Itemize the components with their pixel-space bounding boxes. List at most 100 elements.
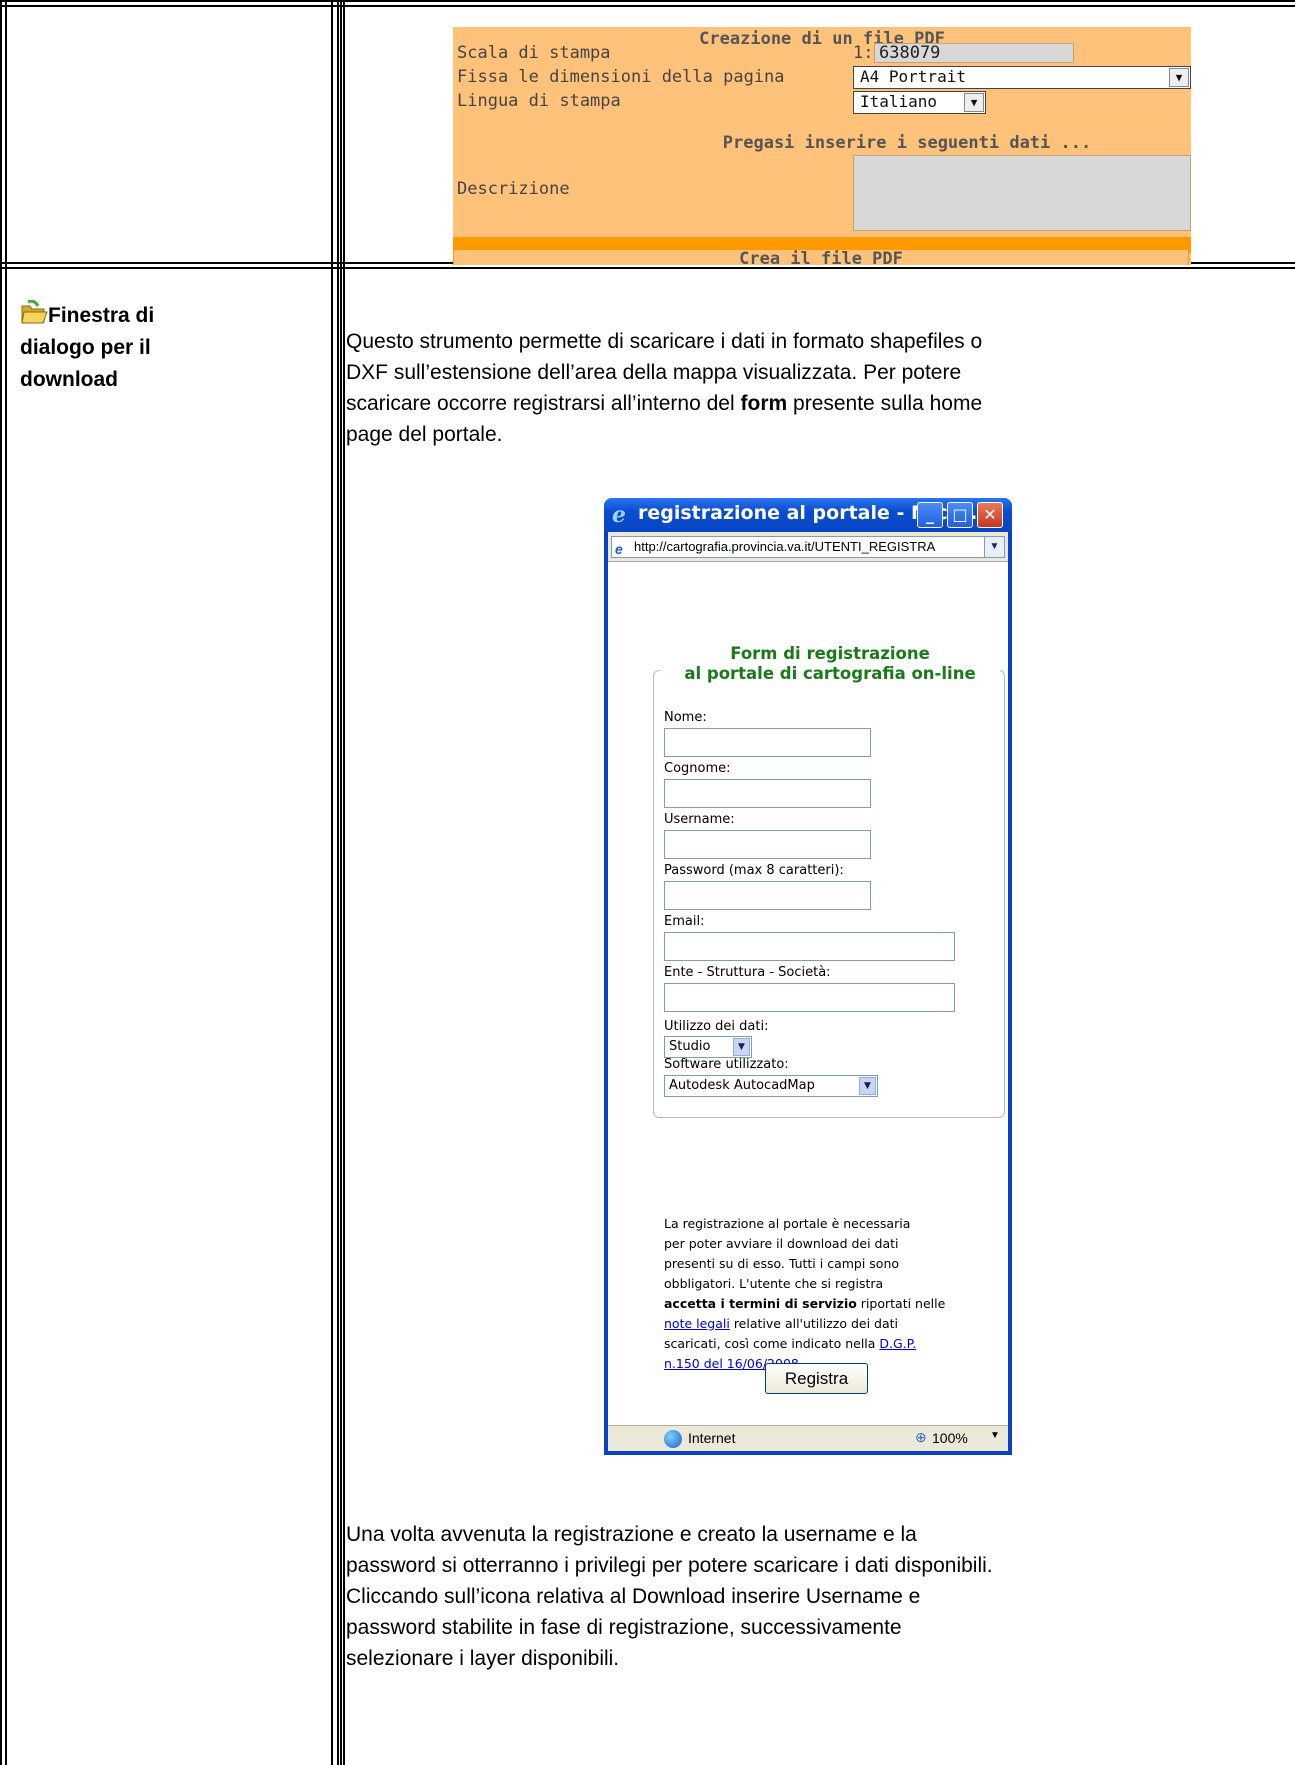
row-label-line2: dialogo per il (20, 336, 151, 359)
cognome-field[interactable] (664, 779, 871, 808)
notice-line: per poter avviare il download dei dati (664, 1236, 899, 1251)
chevron-down-icon[interactable]: ▼ (984, 537, 1004, 557)
password-field[interactable] (664, 881, 871, 910)
form-legend: Form di registrazione al portale di cart… (660, 644, 1000, 684)
ie-page-icon: e (615, 541, 623, 557)
row-label-line1: Finestra di (48, 304, 155, 327)
ie-logo-icon: e (612, 502, 626, 528)
notice-text: scaricati, così come indicato nella (664, 1336, 880, 1351)
chevron-down-icon: ▼ (1169, 68, 1189, 87)
scale-prefix: 1: (853, 43, 874, 63)
pdf-creation-panel: Creazione di un file PDF Scala di stampa… (453, 27, 1191, 265)
notice-line: scaricati, così come indicato nella D.G.… (664, 1334, 1000, 1354)
zoom-level[interactable]: 100% (932, 1430, 968, 1446)
intro-bold-form: form (740, 392, 788, 415)
browser-window: e registrazione al portale - Micro... _ … (604, 498, 1012, 1455)
row-label-line3: download (20, 368, 118, 391)
browser-content: e http://cartografia.provincia.va.it/UTE… (608, 532, 1008, 1451)
intro-paragraph: Questo strumento permette di scaricare i… (346, 326, 1295, 450)
legend-line1: Form di registrazione (730, 644, 930, 663)
outro-line: selezionare i layer disponibili. (346, 1647, 620, 1670)
username-label: Username: (664, 812, 735, 827)
page-size-label: Fissa le dimensioni della pagina (457, 67, 785, 87)
table-border-top-inner (0, 5, 1295, 7)
scale-label: Scala di stampa (457, 43, 611, 63)
outro-line: Cliccando sull’icona relativa al Downloa… (346, 1585, 921, 1608)
description-textarea[interactable] (853, 155, 1191, 231)
nome-label: Nome: (664, 710, 707, 725)
intro-line: Questo strumento permette di scaricare i… (346, 330, 983, 353)
intro-text: scaricare occorre registrarsi all’intern… (346, 392, 735, 415)
column-divider (331, 0, 333, 1765)
description-label: Descrizione (457, 179, 570, 199)
email-field[interactable] (664, 932, 955, 961)
username-field[interactable] (664, 830, 871, 859)
table-border-left-inner (5, 0, 7, 1765)
intro-text: presente sulla home (793, 392, 983, 415)
notice-line: presenti su di esso. Tutti i campi sono (664, 1256, 900, 1271)
utilizzo-label: Utilizzo dei dati: (664, 1019, 769, 1034)
column-divider-2 (340, 0, 342, 1765)
outro-paragraph: Una volta avvenuta la registrazione e cr… (346, 1519, 1295, 1674)
pdf-prompt: Pregasi inserire i seguenti dati ... (722, 133, 1092, 153)
note-legali-link[interactable]: note legali (664, 1316, 730, 1331)
terms-bold: accetta i termini di servizio (664, 1296, 857, 1311)
maximize-button[interactable]: □ (947, 502, 973, 528)
intro-line: page del portale. (346, 423, 503, 446)
notice-line: La registrazione al portale è necessaria (664, 1216, 911, 1231)
column-divider-2-inner (343, 0, 345, 1765)
utilizzo-select[interactable]: Studio ▼ (664, 1036, 752, 1058)
nome-field[interactable] (664, 728, 871, 757)
software-label: Software utilizzato: (664, 1057, 789, 1072)
globe-icon (664, 1430, 682, 1448)
intro-line: scaricare occorre registrarsi all’intern… (346, 388, 1295, 419)
registration-notice: La registrazione al portale è necessaria… (664, 1214, 1000, 1374)
email-label: Email: (664, 914, 705, 929)
column-divider-inner (337, 0, 339, 1765)
close-button[interactable]: ✕ (977, 502, 1003, 528)
address-input[interactable]: e http://cartografia.provincia.va.it/UTE… (611, 536, 1005, 558)
chevron-down-icon: ▼ (733, 1038, 750, 1056)
password-label: Password (max 8 caratteri): (664, 863, 844, 878)
chevron-down-icon: ▼ (859, 1077, 876, 1095)
outro-line: Una volta avvenuta la registrazione e cr… (346, 1523, 917, 1546)
notice-line: accetta i termini di servizio riportati … (664, 1294, 1000, 1314)
legend-line2: al portale di cartografia on-line (684, 664, 976, 683)
row-label: Finestra di dialogo per il download (20, 299, 320, 396)
register-button[interactable]: Registra (765, 1363, 868, 1394)
language-select[interactable]: Italiano ▼ (853, 91, 986, 114)
utilizzo-value: Studio (669, 1039, 711, 1054)
notice-line: obbligatori. L'utente che si registra (664, 1276, 884, 1291)
address-bar: e http://cartografia.provincia.va.it/UTE… (608, 532, 1008, 562)
language-value: Italiano (860, 92, 938, 111)
cognome-label: Cognome: (664, 761, 731, 776)
table-border-top (0, 0, 1295, 2)
scale-input[interactable]: 638079 (874, 43, 1074, 63)
intro-line: DXF sull’estensione dell’area della mapp… (346, 361, 962, 384)
window-titlebar: e registrazione al portale - Micro... _ … (604, 498, 1012, 532)
status-bar: Internet ⊕ 100% ▼ (608, 1425, 1008, 1451)
ente-label: Ente - Struttura - Società: (664, 965, 831, 980)
folder-open-icon (20, 299, 48, 326)
table-border-left (0, 0, 2, 1765)
status-zone: Internet (688, 1430, 736, 1446)
minimize-button[interactable]: _ (917, 502, 943, 528)
address-url: http://cartografia.provincia.va.it/UTENT… (634, 539, 936, 554)
page-size-select[interactable]: A4 Portrait ▼ (853, 66, 1191, 89)
row-divider-inner (0, 267, 1295, 269)
outro-line: password stabilite in fase di registrazi… (346, 1616, 902, 1639)
notice-text: riportati nelle (856, 1296, 946, 1311)
chevron-down-icon: ▼ (964, 93, 984, 112)
ente-field[interactable] (664, 983, 955, 1012)
notice-text: relative all'utilizzo dei dati (729, 1316, 899, 1331)
software-select[interactable]: Autodesk AutocadMap ▼ (664, 1075, 878, 1097)
language-label: Lingua di stampa (457, 91, 621, 111)
chevron-down-icon[interactable]: ▼ (990, 1430, 1000, 1441)
create-pdf-button[interactable]: Crea il file PDF (453, 249, 1189, 265)
outro-line: password si otterranno i privilegi per p… (346, 1554, 993, 1577)
notice-line: note legali relative all'utilizzo dei da… (664, 1314, 1000, 1334)
page-size-value: A4 Portrait (860, 67, 966, 86)
software-value: Autodesk AutocadMap (669, 1078, 815, 1093)
dgp-link[interactable]: D.G.P. (879, 1336, 916, 1351)
zoom-icon: ⊕ (915, 1429, 927, 1445)
